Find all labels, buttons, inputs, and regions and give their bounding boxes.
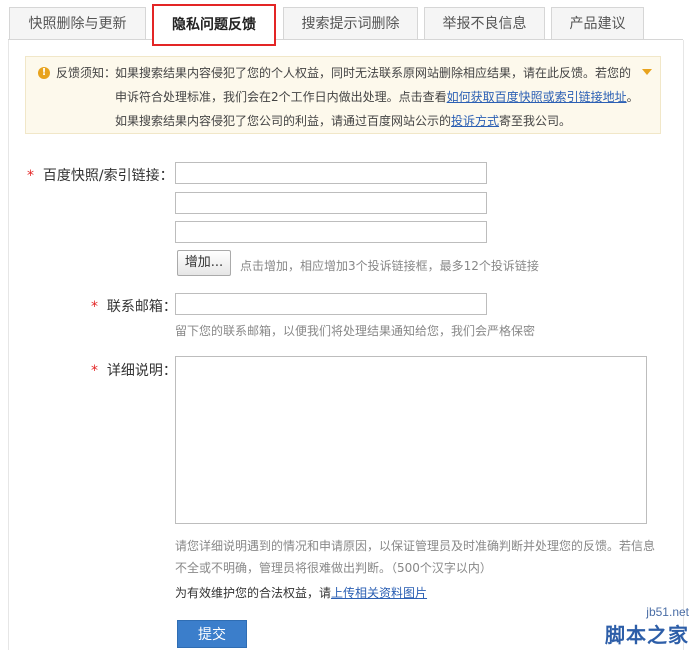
required-mark: * [91, 299, 98, 315]
detail-hint-line-1: 请您详细说明遇到的情况和申请原因，以保证管理员及时准确判断并处理您的反馈。若信息 [175, 539, 656, 553]
exclamation-icon: ! [38, 67, 50, 79]
email-field-label: * 联系邮箱： [91, 299, 177, 315]
link-field-label: * 百度快照/索引链接： [27, 168, 174, 184]
notice-line-3-tail: 寄至我公司。 [499, 114, 572, 128]
link-input-2[interactable] [175, 192, 487, 214]
required-mark: * [27, 168, 34, 184]
link-input-1[interactable] [175, 162, 487, 184]
collapse-caret-icon[interactable] [642, 69, 652, 75]
notice-line-3: 如果搜索结果内容侵犯了您公司的利益，请通过百度网站公示的投诉方式寄至我公司。 [115, 112, 571, 129]
watermark-site: jb51.net [646, 605, 689, 619]
tab-search-suggestion-delete[interactable]: 搜索提示词删除 [283, 7, 418, 39]
upload-images-link[interactable]: 上传相关资料图片 [331, 586, 427, 600]
feedback-notice: ! 反馈须知： 如果搜索结果内容侵犯了您的个人权益，同时无法联系原网站删除相应结… [25, 56, 661, 134]
notice-line-2-tail: 。 [626, 90, 639, 104]
upload-prompt: 为有效维护您的合法权益，请上传相关资料图片 [175, 586, 428, 600]
content-right-border [683, 40, 684, 650]
notice-line-2: 申诉符合处理标准，我们会在2个工作日内做出处理。点击查看如何获取百度快照或索引链… [115, 88, 639, 105]
email-hint: 留下您的联系邮箱，以便我们将处理结果通知给您，我们会严格保密 [175, 324, 536, 338]
email-input[interactable] [175, 293, 487, 315]
notice-line-2-text: 申诉符合处理标准，我们会在2个工作日内做出处理。点击查看 [115, 90, 447, 104]
tab-product-suggestion[interactable]: 产品建议 [551, 7, 644, 39]
submit-button[interactable]: 提交 [177, 620, 247, 648]
content-left-border [8, 40, 9, 650]
notice-line-1: 如果搜索结果内容侵犯了您的个人权益，同时无法联系原网站删除相应结果，请在此反馈。… [115, 66, 632, 80]
tab-snapshot-delete[interactable]: 快照删除与更新 [9, 7, 146, 39]
link-input-3[interactable] [175, 221, 487, 243]
detail-field-label: * 详细说明： [91, 363, 177, 379]
required-mark: * [91, 363, 98, 379]
tab-report-bad-info[interactable]: 举报不良信息 [424, 7, 545, 39]
add-link-button[interactable]: 增加... [177, 250, 231, 276]
tab-bar: 快照删除与更新 隐私问题反馈 搜索提示词删除 举报不良信息 产品建议 [0, 0, 691, 46]
notice-label: 反馈须知： [56, 66, 117, 80]
complaint-method-link[interactable]: 投诉方式 [451, 114, 499, 128]
snapshot-link-help[interactable]: 如何获取百度快照或索引链接地址 [447, 90, 627, 104]
notice-line-3-text: 如果搜索结果内容侵犯了您公司的利益，请通过百度网站公示的 [115, 114, 452, 128]
watermark-name: 脚本之家 [605, 623, 689, 647]
add-link-hint: 点击增加，相应增加3个投诉链接框，最多12个投诉链接 [240, 259, 539, 273]
detail-textarea[interactable] [175, 356, 647, 524]
watermark: jb51.net 脚本之家 [605, 605, 689, 648]
tab-privacy-feedback[interactable]: 隐私问题反馈 [152, 4, 276, 46]
detail-hint-line-2: 不全或不明确，管理员将很难做出判断。（500个汉字以内） [175, 561, 492, 575]
